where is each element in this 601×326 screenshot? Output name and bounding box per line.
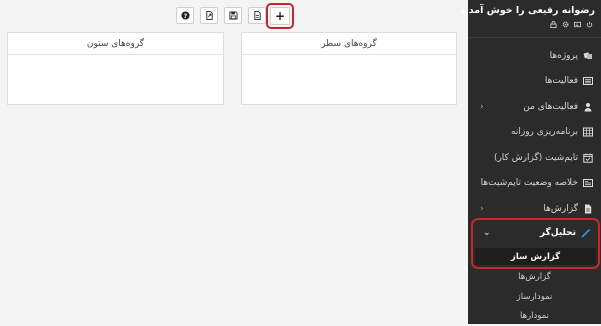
analyzer-group-highlight: تحلیل‌گر ⌄ گزارش ساز bbox=[471, 218, 600, 269]
chevron-left-icon: ‹ bbox=[480, 101, 484, 112]
sidebar-item-label: خلاصه وضعیت تایم‌شیت‌ها bbox=[480, 178, 578, 189]
list-icon bbox=[583, 76, 593, 86]
help-circle-icon: ? bbox=[180, 11, 190, 20]
summary-icon bbox=[583, 178, 593, 188]
sidebar-subitem-report-builder[interactable]: گزارش ساز bbox=[475, 248, 596, 265]
sidebar-subitem-reports[interactable]: گزارش‌ها bbox=[468, 267, 601, 287]
sidebar-nav: پروژه‌ها فعالیت‌ها فعالیت‌های من ‹ برنام… bbox=[468, 43, 601, 222]
sidebar-item-label: فعالیت‌های من bbox=[523, 101, 578, 112]
help-button[interactable]: ? bbox=[176, 7, 194, 24]
sidebar-header: رضوانه رفیعی را خوش آمدید bbox=[460, 0, 601, 38]
sidebar-item-my-activities[interactable]: فعالیت‌های من ‹ bbox=[468, 94, 601, 120]
sidebar-item-activities[interactable]: فعالیت‌ها bbox=[468, 69, 601, 95]
sidebar-item-label: تایم‌شیت (گزارش کار) bbox=[493, 152, 578, 163]
sidebar-item-label: گزارش‌ها bbox=[543, 203, 578, 214]
sidebar-item-analyzer[interactable]: تحلیل‌گر ⌄ bbox=[473, 220, 598, 245]
welcome-text: رضوانه رفیعی را خوش آمدید bbox=[459, 5, 595, 16]
sidebar: رضوانه رفیعی را خوش آمدید پروژه‌ها bbox=[460, 0, 601, 326]
gear-icon[interactable] bbox=[562, 21, 569, 28]
file-export-icon bbox=[205, 11, 213, 20]
chevron-down-icon: ⌄ bbox=[483, 227, 491, 238]
sidebar-item-timesheet[interactable]: تایم‌شیت (گزارش کار) bbox=[468, 145, 601, 171]
projects-icon bbox=[583, 51, 593, 61]
chevron-left-icon: ‹ bbox=[480, 203, 484, 214]
row-groups-panel[interactable]: گروه‌های سطر bbox=[241, 32, 457, 105]
new-file-button[interactable] bbox=[248, 7, 266, 24]
table-icon bbox=[583, 127, 593, 137]
save-icon bbox=[228, 11, 238, 20]
sidebar-item-label: پروژه‌ها bbox=[549, 50, 578, 61]
column-groups-title: گروه‌های ستون bbox=[8, 33, 223, 55]
sidebar-subitem-charts[interactable]: نمودارها bbox=[468, 306, 601, 326]
sidebar-item-label: برنامه‌ریزی روزانه bbox=[511, 127, 578, 138]
analyzer-label: تحلیل‌گر bbox=[539, 227, 576, 238]
sidebar-item-daily-planning[interactable]: برنامه‌ریزی روزانه bbox=[468, 120, 601, 146]
sidebar-item-timesheet-summary[interactable]: خلاصه وضعیت تایم‌شیت‌ها bbox=[468, 171, 601, 197]
sidebar-item-projects[interactable]: پروژه‌ها bbox=[468, 43, 601, 69]
power-icon[interactable] bbox=[586, 21, 593, 28]
lock-icon[interactable] bbox=[550, 21, 557, 28]
row-groups-title: گروه‌های سطر bbox=[242, 33, 456, 55]
calendar-check-icon bbox=[583, 153, 593, 163]
sidebar-subitem-chart-builder[interactable]: نمودارساز bbox=[468, 287, 601, 307]
user-tools bbox=[550, 21, 593, 28]
svg-text:?: ? bbox=[183, 13, 187, 20]
export-button[interactable] bbox=[200, 7, 218, 24]
file-icon bbox=[253, 11, 261, 20]
add-button-highlight: + bbox=[266, 3, 294, 29]
wand-icon bbox=[581, 228, 591, 238]
save-button[interactable] bbox=[224, 7, 242, 24]
column-groups-panel[interactable]: گروه‌های ستون bbox=[7, 32, 224, 105]
add-button[interactable]: + bbox=[270, 7, 290, 25]
id-card-icon[interactable] bbox=[574, 21, 581, 28]
user-tasks-icon bbox=[583, 102, 593, 112]
report-file-icon bbox=[583, 204, 593, 214]
sidebar-item-label: فعالیت‌ها bbox=[544, 76, 578, 87]
